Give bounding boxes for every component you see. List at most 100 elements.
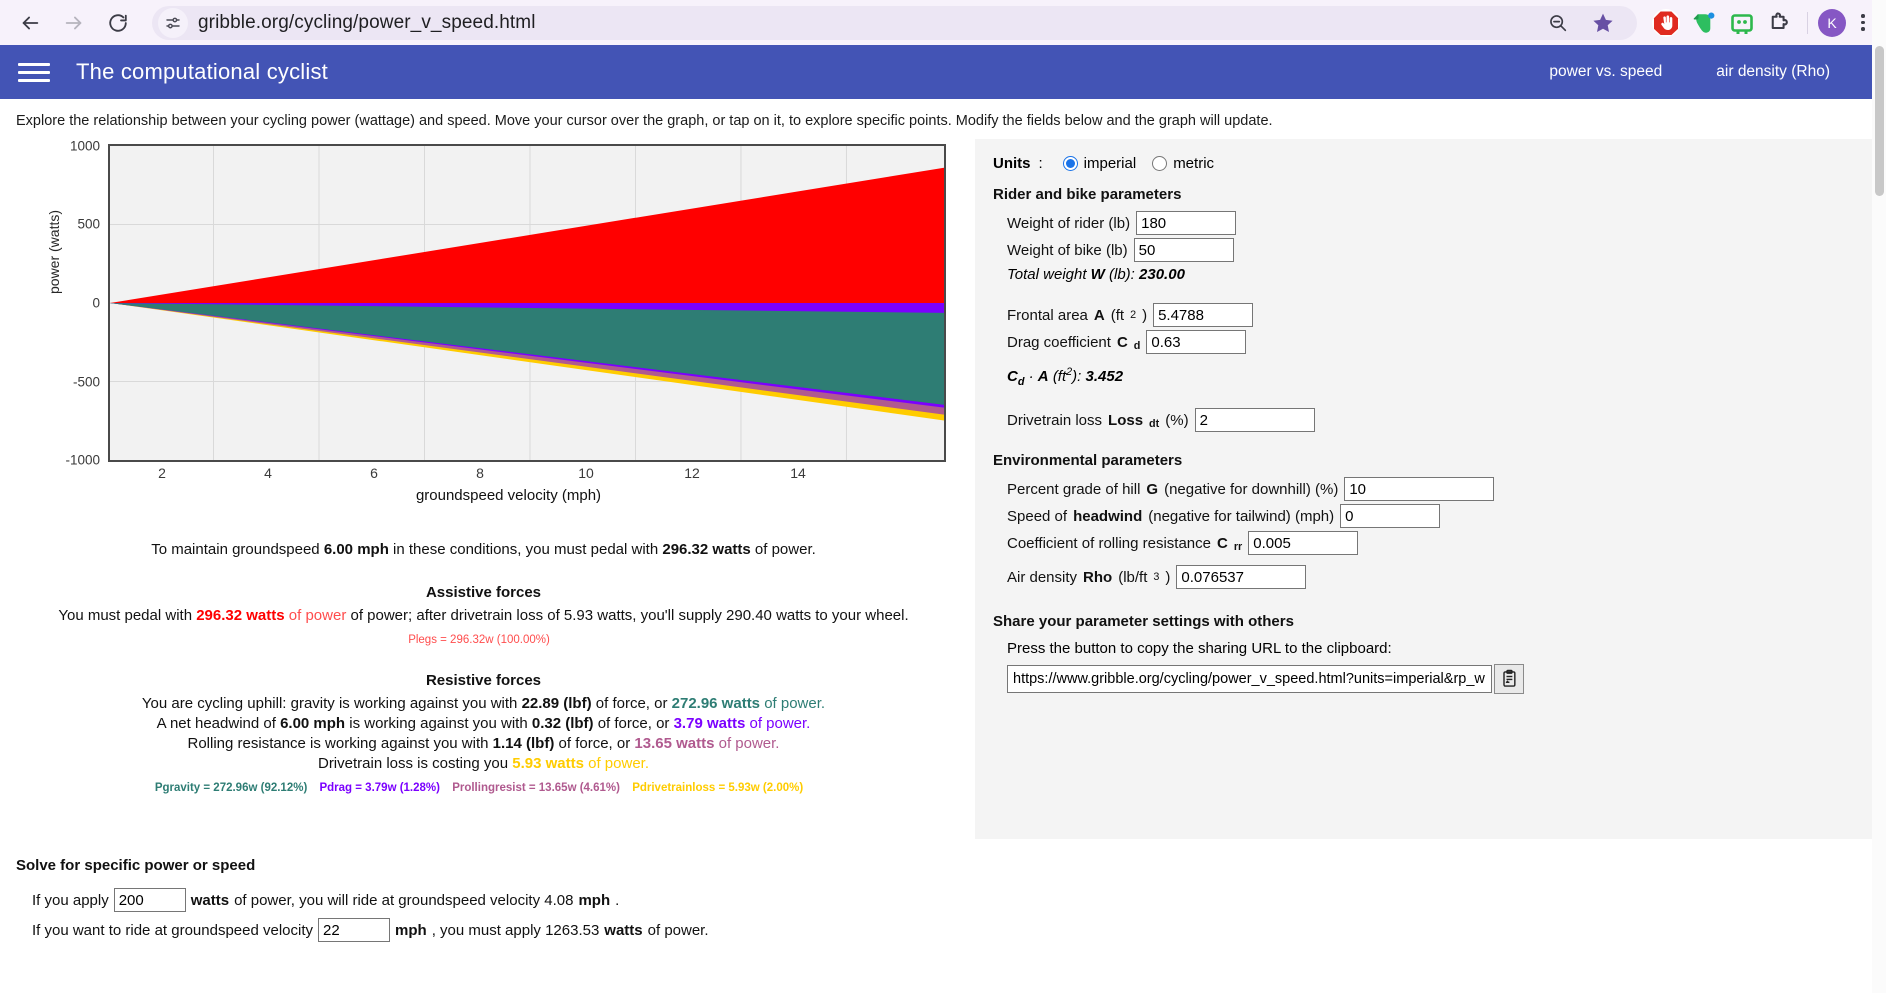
assistive-of-power: of power [284,607,347,624]
assistive-forces-line: You must pedal with 296.32 watts of powe… [16,607,951,624]
summary-drivetrain: Pdrivetrainloss = 5.93w (2.00%) [632,782,804,794]
solver-line1-post: of power, you will ride at groundspeed v… [234,891,574,909]
crr-input[interactable] [1248,531,1359,555]
forward-button[interactable] [54,3,94,43]
hamburger-menu-icon[interactable] [18,62,54,82]
units-metric-option[interactable]: metric [1152,155,1214,172]
nav-link-air-density[interactable]: air density (Rho) [1716,63,1830,81]
copy-url-button[interactable] [1494,664,1524,694]
address-bar[interactable]: gribble.org/cycling/power_v_speed.html [152,5,1637,40]
site-brand[interactable]: The computational cyclist [76,59,328,85]
grade-label-pre: Percent grade of hill [1007,480,1141,498]
password-manager-icon [1731,13,1753,34]
browser-toolbar: gribble.org/cycling/power_v_speed.html K [0,0,1886,45]
resistive-summary-line: Pgravity = 272.96w (92.12%) Pdrag = 3.79… [16,782,951,794]
solver-line1-end: mph [578,891,611,909]
rolling-line: Rolling resistance is working against yo… [16,735,951,752]
maintain-pre: To maintain groundspeed [151,541,324,558]
drag-coefficient-row: Drag coefficient Cd [993,330,1882,354]
bookmark-button[interactable] [1591,11,1615,35]
chart-plot-area[interactable] [108,144,946,462]
frontal-area-symbol: A [1093,306,1105,324]
grade-label-post: (negative for downhill) (%) [1164,480,1339,498]
solver-power-line: If you apply watts of power, you will ri… [16,888,1870,912]
units-metric-radio[interactable] [1152,156,1168,171]
weight-bike-row: Weight of bike (lb) [993,238,1882,262]
units-row: Units: imperial metric [993,155,1882,172]
extensions-menu-button[interactable] [1763,6,1797,40]
rho-input[interactable] [1176,565,1307,589]
dt-post: of power. [583,755,649,772]
adblock-extension-button[interactable] [1649,6,1683,40]
share-url-input[interactable] [1007,665,1492,693]
nav-link-power-vs-speed[interactable]: power vs. speed [1549,63,1662,81]
frontal-area-input[interactable] [1153,303,1254,327]
gravity-line: You are cycling uphill: gravity is worki… [16,695,951,712]
drivetrain-loss-row: Drivetrain loss Loss dt (%) [993,408,1882,432]
kebab-dot [1861,27,1865,31]
power-speed-chart[interactable]: power (watts) 1000 500 0 -500 -1000 2 4 … [16,139,946,519]
weight-rider-input[interactable] [1136,211,1237,235]
zoom-out-button[interactable] [1547,12,1569,34]
wind-pre: A net headwind of [156,715,281,732]
password-manager-extension-button[interactable] [1725,6,1759,40]
frontal-area-unit-post: ) [1142,306,1148,324]
units-label: Units [993,155,1031,172]
rho-row: Air density Rho (lb/ft 3) [993,565,1882,589]
chart-svg [110,146,944,460]
drag-coefficient-input[interactable] [1146,330,1247,354]
drag-coefficient-symbol: C [1116,333,1128,351]
units-imperial-radio[interactable] [1062,156,1078,171]
drivetrain-loss-sub: dt [1149,418,1160,430]
rho-label-pre: Air density [1007,568,1078,586]
total-weight-unit: (lb): [1109,266,1135,283]
hamburger-line [18,78,50,82]
dt-power: 5.93 watts [512,755,584,772]
dt-pre: Drivetrain loss is costing you [317,755,513,772]
share-url-row [993,664,1882,694]
avatar[interactable]: K [1818,8,1846,37]
site-settings-button[interactable] [158,7,188,38]
solver-speed-input[interactable] [318,918,391,942]
reload-button[interactable] [98,3,138,43]
assistive-power: 296.32 watts [196,607,285,624]
cda-a: A [1037,368,1049,385]
assistive-pre: You must pedal with [58,607,197,624]
solver-speed-line: If you want to ride at groundspeed veloc… [16,918,1870,942]
solver-power-input[interactable] [113,888,186,912]
weight-bike-input[interactable] [1133,238,1234,262]
assistive-mid: of power; after drivetrain loss of 5.93 … [346,607,909,624]
maintain-post: of power. [750,541,816,558]
cda-c-sub: d [1017,376,1025,388]
x-tick: 8 [476,465,484,481]
summary-gravity: Pgravity = 272.96w (92.12%) [154,782,308,794]
headwind-input[interactable] [1340,504,1441,528]
zoom-out-icon [1550,14,1567,31]
frontal-area-row: Frontal area A (ft 2) [993,303,1882,327]
grade-input[interactable] [1344,477,1495,501]
maintain-power: 296.32 watts [662,541,751,558]
back-button[interactable] [10,3,50,43]
crr-symbol: C [1217,534,1228,552]
scrollbar-thumb[interactable] [1875,46,1884,196]
solver-line2-end: of power. [647,921,709,939]
summary-drag: Pdrag = 3.79w (1.28%) [319,782,440,794]
x-tick: 6 [370,465,378,481]
headwind-label-pre: Speed of [1007,507,1068,525]
rho-symbol: Rho [1083,568,1113,586]
rho-unit-pre: (lb/ft [1118,568,1148,586]
y-tick: -1000 [65,452,100,468]
drivetrain-loss-input[interactable] [1194,408,1315,432]
adblock-icon [1652,8,1680,37]
solver-line1-period: . [615,891,620,909]
maintain-mid: in these conditions, you must pedal with [388,541,663,558]
page-scrollbar[interactable] [1872,0,1886,993]
cda-dot: · [1028,368,1034,385]
kebab-dot [1861,14,1865,18]
drag-coefficient-sub: d [1133,340,1141,352]
solver-line2-unit2: watts [604,921,643,939]
units-imperial-option[interactable]: imperial [1062,155,1136,172]
gravity-force: 22.89 (lbf) [521,695,592,712]
evernote-extension-button[interactable] [1687,6,1721,40]
site-navbar: The computational cyclist power vs. spee… [0,45,1886,99]
